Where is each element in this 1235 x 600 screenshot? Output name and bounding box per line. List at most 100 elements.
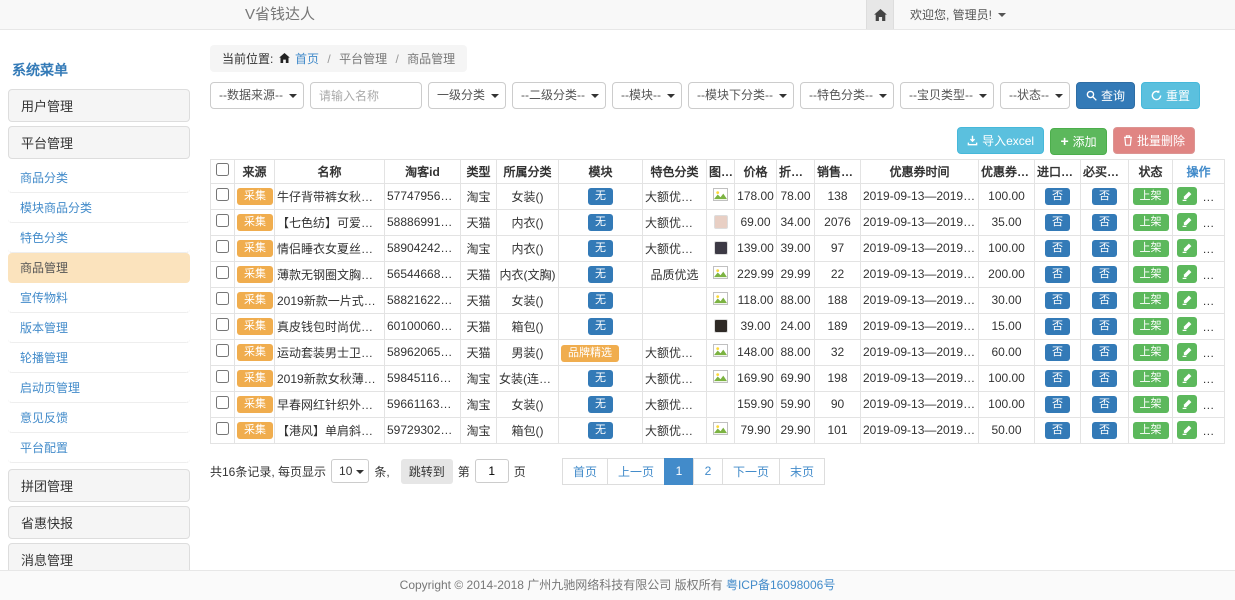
- import-excel-button[interactable]: 导入excel: [957, 127, 1044, 154]
- delete-button[interactable]: [1204, 291, 1224, 309]
- import-toggle-badge[interactable]: 否: [1045, 292, 1070, 309]
- import-toggle-badge[interactable]: 否: [1045, 422, 1070, 439]
- row-checkbox[interactable]: [216, 292, 229, 305]
- page-number-input[interactable]: [475, 459, 509, 483]
- sidebar-section[interactable]: 用户管理: [8, 89, 190, 122]
- mustbuy-toggle-badge[interactable]: 否: [1092, 422, 1117, 439]
- row-checkbox[interactable]: [216, 266, 229, 279]
- mustbuy-toggle-badge[interactable]: 否: [1092, 188, 1117, 205]
- status-badge[interactable]: 上架: [1133, 344, 1169, 361]
- user-menu[interactable]: 欢迎您, 管理员!: [910, 6, 1006, 23]
- edit-button[interactable]: [1177, 421, 1197, 439]
- sidebar-section[interactable]: 拼团管理: [8, 469, 190, 502]
- row-checkbox[interactable]: [216, 214, 229, 227]
- sidebar-item[interactable]: 轮播管理: [8, 343, 190, 373]
- batch-delete-button[interactable]: 批量删除: [1113, 127, 1195, 154]
- home-button[interactable]: [866, 0, 894, 29]
- status-badge[interactable]: 上架: [1133, 396, 1169, 413]
- import-toggle-badge[interactable]: 否: [1045, 344, 1070, 361]
- filter-select-level1-category[interactable]: 一级分类: [428, 82, 506, 109]
- per-page-select[interactable]: 10: [331, 459, 369, 483]
- import-toggle-badge[interactable]: 否: [1045, 266, 1070, 283]
- name-search-input[interactable]: [310, 82, 422, 109]
- delete-button[interactable]: [1204, 187, 1224, 205]
- sidebar-item[interactable]: 特色分类: [8, 223, 190, 253]
- row-checkbox[interactable]: [216, 396, 229, 409]
- status-badge[interactable]: 上架: [1133, 214, 1169, 231]
- sidebar-section[interactable]: 消息管理: [8, 543, 190, 570]
- delete-button[interactable]: [1204, 239, 1224, 257]
- sidebar-item[interactable]: 模块商品分类: [8, 193, 190, 223]
- filter-select-status[interactable]: --状态--: [1000, 82, 1070, 109]
- delete-button[interactable]: [1204, 317, 1224, 335]
- sidebar-item[interactable]: 平台配置: [8, 433, 190, 463]
- import-toggle-badge[interactable]: 否: [1045, 318, 1070, 335]
- edit-button[interactable]: [1177, 369, 1197, 387]
- mustbuy-toggle-badge[interactable]: 否: [1092, 370, 1117, 387]
- mustbuy-toggle-badge[interactable]: 否: [1092, 318, 1117, 335]
- row-checkbox[interactable]: [216, 344, 229, 357]
- mustbuy-toggle-badge[interactable]: 否: [1092, 396, 1117, 413]
- next-page-button[interactable]: 下一页: [722, 458, 780, 485]
- sidebar-item[interactable]: 商品管理: [8, 253, 190, 283]
- edit-button[interactable]: [1177, 395, 1197, 413]
- first-page-button[interactable]: 首页: [562, 458, 608, 485]
- filter-select-feature-category[interactable]: --特色分类--: [800, 82, 894, 109]
- edit-button[interactable]: [1177, 291, 1197, 309]
- import-toggle-badge[interactable]: 否: [1045, 370, 1070, 387]
- filter-select-level2-category[interactable]: --二级分类--: [512, 82, 606, 109]
- status-badge[interactable]: 上架: [1133, 370, 1169, 387]
- edit-button[interactable]: [1177, 213, 1197, 231]
- status-badge[interactable]: 上架: [1133, 240, 1169, 257]
- delete-button[interactable]: [1204, 213, 1224, 231]
- last-page-button[interactable]: 末页: [779, 458, 825, 485]
- edit-button[interactable]: [1177, 343, 1197, 361]
- delete-button[interactable]: [1204, 343, 1224, 361]
- row-checkbox[interactable]: [216, 188, 229, 201]
- delete-button[interactable]: [1204, 421, 1224, 439]
- mustbuy-toggle-badge[interactable]: 否: [1092, 344, 1117, 361]
- status-badge[interactable]: 上架: [1133, 266, 1169, 283]
- row-checkbox[interactable]: [216, 370, 229, 383]
- page-button-2[interactable]: 2: [693, 458, 723, 485]
- status-badge[interactable]: 上架: [1133, 188, 1169, 205]
- filter-select-module[interactable]: --模块--: [612, 82, 682, 109]
- filter-select-item-type[interactable]: --宝贝类型--: [900, 82, 994, 109]
- reset-button[interactable]: 重置: [1141, 82, 1200, 109]
- delete-button[interactable]: [1204, 369, 1224, 387]
- edit-button[interactable]: [1177, 265, 1197, 283]
- sidebar-section[interactable]: 省惠快报: [8, 506, 190, 539]
- delete-button[interactable]: [1204, 395, 1224, 413]
- breadcrumb-home-link[interactable]: 首页: [295, 52, 319, 66]
- sidebar-item[interactable]: 版本管理: [8, 313, 190, 343]
- import-toggle-badge[interactable]: 否: [1045, 396, 1070, 413]
- import-toggle-badge[interactable]: 否: [1045, 240, 1070, 257]
- search-button[interactable]: 查询: [1076, 82, 1135, 109]
- mustbuy-toggle-badge[interactable]: 否: [1092, 266, 1117, 283]
- select-all-checkbox[interactable]: [216, 163, 229, 176]
- edit-button[interactable]: [1177, 187, 1197, 205]
- sidebar-item[interactable]: 意见反馈: [8, 403, 190, 433]
- mustbuy-toggle-badge[interactable]: 否: [1092, 240, 1117, 257]
- edit-button[interactable]: [1177, 239, 1197, 257]
- row-checkbox[interactable]: [216, 422, 229, 435]
- sidebar-item[interactable]: 宣传物料: [8, 283, 190, 313]
- status-badge[interactable]: 上架: [1133, 318, 1169, 335]
- status-badge[interactable]: 上架: [1133, 292, 1169, 309]
- import-toggle-badge[interactable]: 否: [1045, 188, 1070, 205]
- mustbuy-toggle-badge[interactable]: 否: [1092, 292, 1117, 309]
- row-checkbox[interactable]: [216, 240, 229, 253]
- edit-button[interactable]: [1177, 317, 1197, 335]
- filter-select-data-source[interactable]: --数据来源--: [210, 82, 304, 109]
- row-checkbox[interactable]: [216, 318, 229, 331]
- prev-page-button[interactable]: 上一页: [607, 458, 665, 485]
- sidebar-section[interactable]: 平台管理: [8, 126, 190, 159]
- add-button[interactable]: + 添加: [1050, 128, 1106, 155]
- delete-button[interactable]: [1204, 265, 1224, 283]
- jump-button[interactable]: 跳转到: [401, 459, 453, 484]
- sidebar-item[interactable]: 商品分类: [8, 163, 190, 193]
- icp-link[interactable]: 粤ICP备16098006号: [726, 578, 835, 592]
- page-button-1[interactable]: 1: [664, 458, 694, 485]
- status-badge[interactable]: 上架: [1133, 422, 1169, 439]
- import-toggle-badge[interactable]: 否: [1045, 214, 1070, 231]
